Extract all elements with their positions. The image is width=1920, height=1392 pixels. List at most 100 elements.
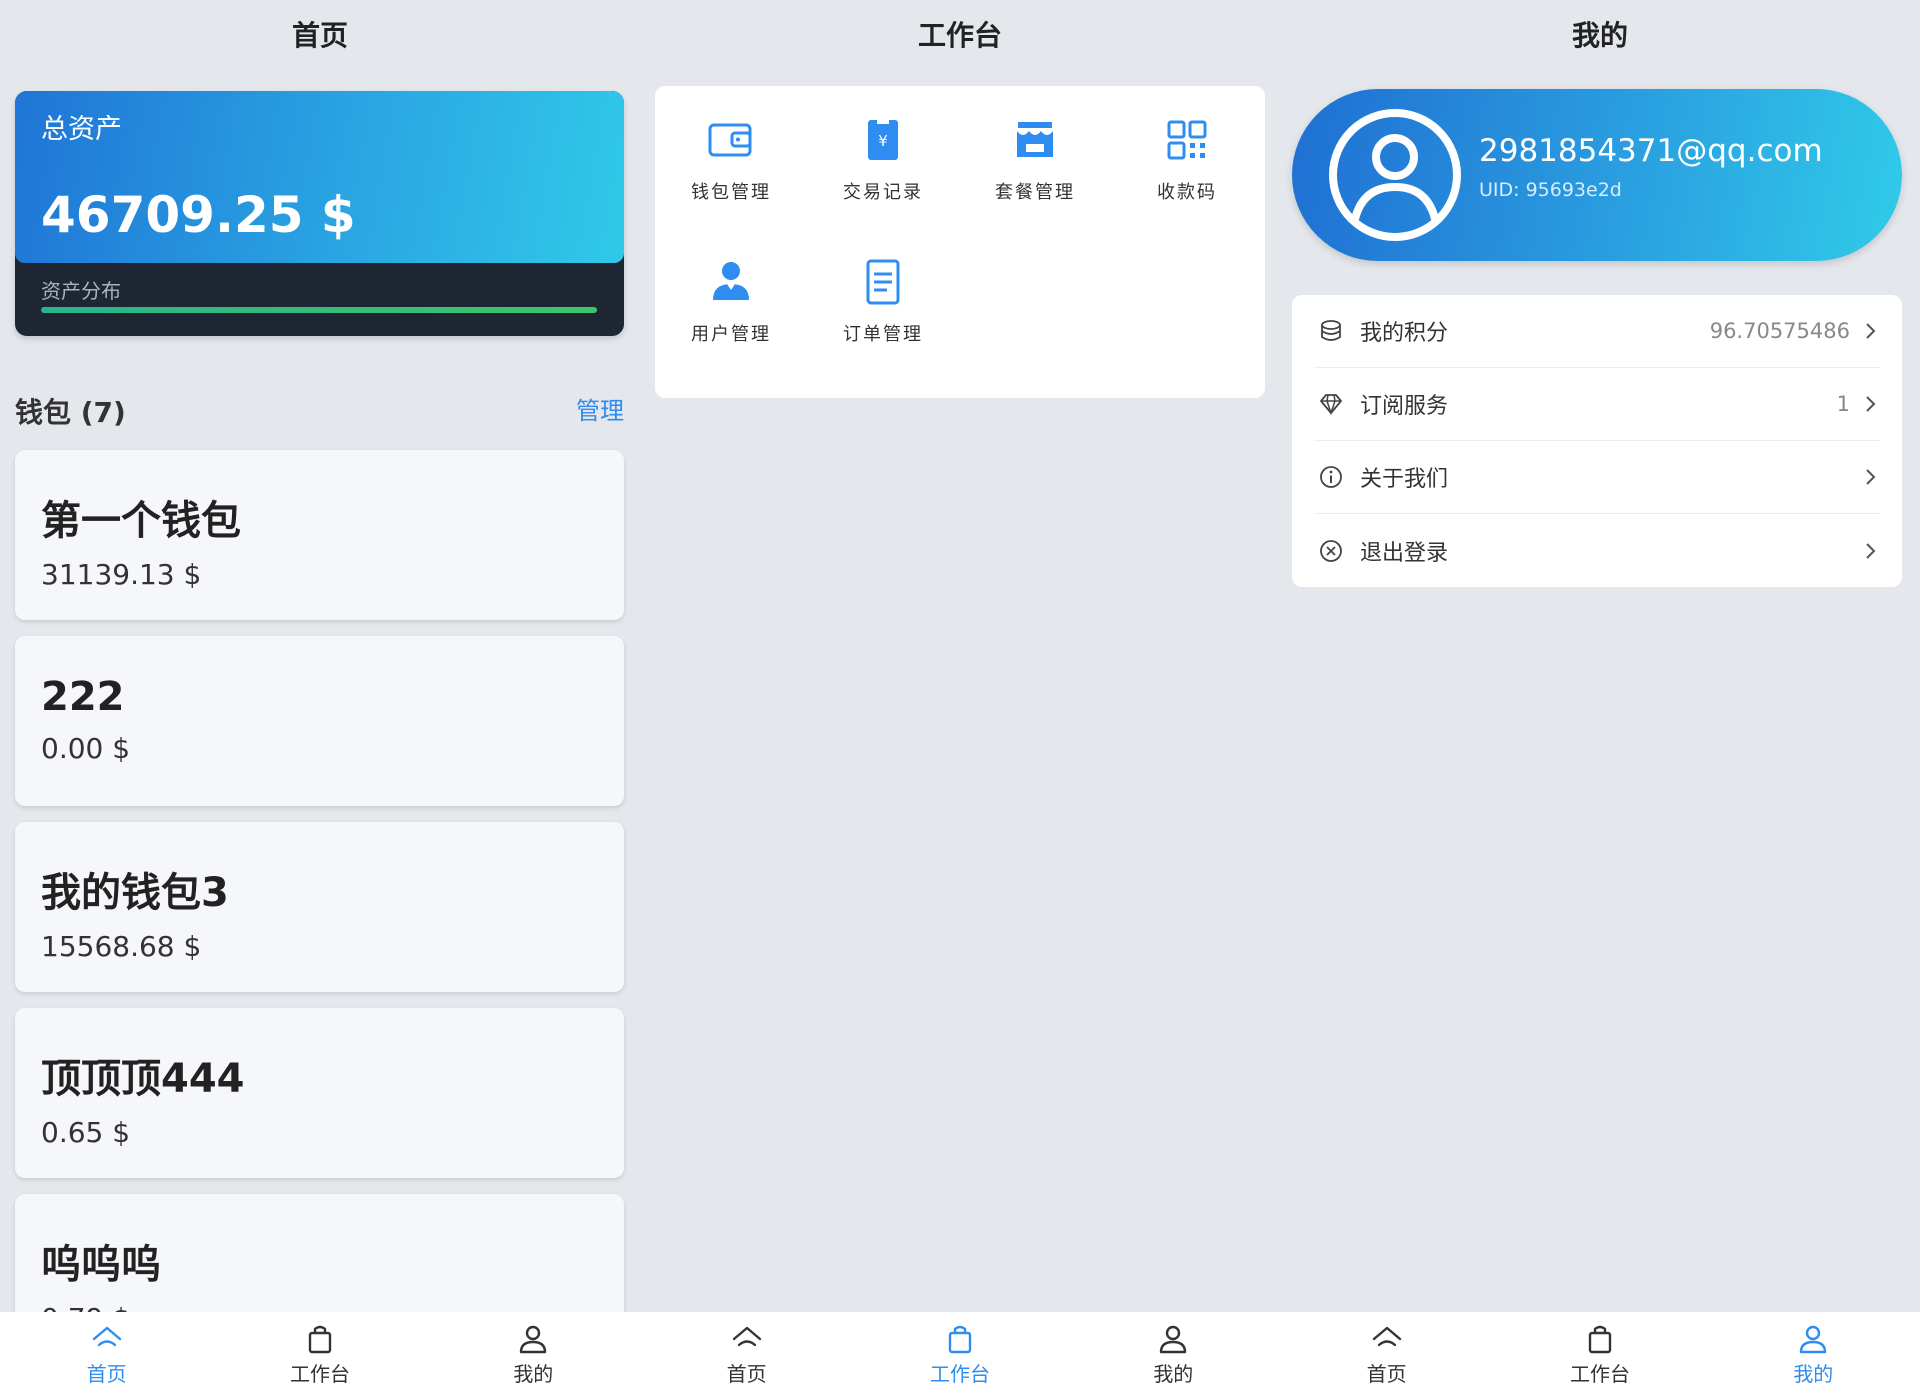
- tab-label: 我的: [1153, 1362, 1194, 1386]
- diamond-icon: [1320, 394, 1342, 416]
- tab-label: 首页: [726, 1362, 767, 1386]
- person-icon: [520, 1325, 547, 1354]
- tab-label: 工作台: [1569, 1362, 1630, 1386]
- tab-home[interactable]: 首页: [1280, 1312, 1493, 1392]
- page-title: 工作台: [917, 19, 1002, 52]
- profile-uid: UID: 95693e2d: [1479, 179, 1622, 201]
- tab-label: 首页: [86, 1362, 127, 1386]
- tab-bar: 首页 工作台 我的: [1280, 1312, 1920, 1392]
- screens: 首页 总资产 46709.25 $ 资产分布 钱包 (7) 管理 第一个钱包 3…: [0, 0, 1920, 1392]
- wallet-list: 第一个钱包 31139.13 $ 222 0.00 $ 我的钱包3 15568.…: [15, 450, 624, 1380]
- work-label: 用户管理: [691, 324, 771, 345]
- settings-menu: 我的积分 96.70575486 订阅服务 1 关于我们 退出登录: [1292, 295, 1902, 587]
- work-item-wallet-management[interactable]: 钱包管理: [655, 86, 807, 206]
- coins-icon: [1321, 320, 1341, 341]
- work-item-user-management[interactable]: 用户管理: [655, 228, 807, 348]
- store-icon: [1017, 122, 1053, 157]
- wallet-balance: 0.00 $: [41, 732, 131, 765]
- asset-distribution-fill: [41, 307, 597, 313]
- tab-home[interactable]: 首页: [640, 1312, 853, 1392]
- home-screen: 首页 总资产 46709.25 $ 资产分布 钱包 (7) 管理 第一个钱包 3…: [0, 0, 640, 1392]
- asset-amount: 46709.25 $: [41, 186, 356, 244]
- tab-home[interactable]: 首页: [0, 1312, 213, 1392]
- wallet-card[interactable]: 第一个钱包 31139.13 $: [15, 450, 624, 620]
- wallet-section-title: 钱包 (7): [15, 396, 126, 429]
- home-icon: [1372, 1326, 1401, 1347]
- tab-workbench[interactable]: 工作台: [213, 1312, 426, 1392]
- profile-email: 2981854371@qq.com: [1479, 133, 1823, 169]
- menu-item-about[interactable]: 关于我们: [1314, 441, 1880, 514]
- tab-me[interactable]: 我的: [1067, 1312, 1280, 1392]
- wallet-name: 222: [41, 674, 125, 720]
- info-icon: [1320, 466, 1342, 488]
- tab-bar: 首页 工作台 我的: [0, 1312, 640, 1392]
- asset-distribution-label: 资产分布: [41, 279, 121, 303]
- total-asset-card[interactable]: 总资产 46709.25 $ 资产分布: [15, 91, 624, 336]
- workbench-grid: 钱包管理 ¥ 交易记录 套餐管理 收款码 用户管理 订单管理: [655, 86, 1265, 398]
- wallet-name: 顶顶顶444: [41, 1056, 245, 1102]
- menu-item-points[interactable]: 我的积分 96.70575486: [1314, 295, 1880, 368]
- chevron-right-icon: [1866, 542, 1876, 559]
- person-icon: [1800, 1325, 1827, 1354]
- wallet-card[interactable]: 我的钱包3 15568.68 $: [15, 822, 624, 992]
- wallet-card[interactable]: 顶顶顶444 0.65 $: [15, 1008, 624, 1178]
- wallet-balance: 15568.68 $: [41, 930, 202, 963]
- page-title: 首页: [291, 19, 348, 52]
- work-item-payment-code[interactable]: 收款码: [1111, 86, 1263, 206]
- avatar-icon: [1329, 109, 1461, 241]
- profile-card[interactable]: 2981854371@qq.com UID: 95693e2d: [1292, 89, 1902, 261]
- work-label: 钱包管理: [691, 182, 771, 203]
- work-label: 收款码: [1157, 182, 1217, 203]
- qrcode-icon: [1167, 120, 1207, 160]
- tab-label: 工作台: [289, 1362, 350, 1386]
- tab-workbench[interactable]: 工作台: [1493, 1312, 1706, 1392]
- wallet-icon: [708, 123, 752, 157]
- menu-value: 1: [1836, 392, 1850, 416]
- tab-bar: 首页 工作台 我的: [640, 1312, 1280, 1392]
- work-item-order-management[interactable]: 订单管理: [807, 228, 959, 348]
- menu-label: 订阅服务: [1360, 394, 1449, 419]
- asset-summary: 总资产 46709.25 $: [15, 91, 624, 263]
- work-label: 交易记录: [843, 182, 923, 203]
- bag-icon: [1588, 1325, 1612, 1354]
- asset-label: 总资产: [41, 114, 122, 145]
- tab-me[interactable]: 我的: [427, 1312, 640, 1392]
- tab-workbench[interactable]: 工作台: [853, 1312, 1066, 1392]
- menu-label: 我的积分: [1360, 321, 1449, 346]
- work-item-transaction-records[interactable]: ¥ 交易记录: [807, 86, 959, 206]
- work-item-package-management[interactable]: 套餐管理: [959, 86, 1111, 206]
- tab-label: 首页: [1366, 1362, 1407, 1386]
- menu-label: 退出登录: [1360, 540, 1449, 566]
- tab-label: 我的: [513, 1362, 554, 1386]
- person-icon: [1160, 1325, 1187, 1354]
- chevron-right-icon: [1866, 469, 1876, 485]
- menu-item-logout[interactable]: 退出登录: [1314, 514, 1880, 587]
- me-screen: 我的 2981854371@qq.com UID: 95693e2d 我的积分 …: [1280, 0, 1920, 1392]
- page-title: 我的: [1571, 19, 1628, 52]
- menu-item-subscription[interactable]: 订阅服务 1: [1314, 368, 1880, 441]
- wallet-header: 钱包 (7) 管理: [15, 389, 624, 429]
- chevron-right-icon: [1866, 396, 1876, 412]
- wallet-name: 呜呜呜: [41, 1242, 161, 1288]
- wallet-name: 第一个钱包: [41, 498, 241, 544]
- work-label: 订单管理: [843, 324, 923, 345]
- bag-icon: [308, 1325, 332, 1354]
- menu-value: 96.70575486: [1709, 319, 1850, 343]
- user-icon: [713, 262, 749, 300]
- wallet-balance: 0.65 $: [41, 1116, 131, 1149]
- chevron-right-icon: [1866, 323, 1876, 339]
- svg-text:¥: ¥: [878, 132, 888, 150]
- tab-me[interactable]: 我的: [1707, 1312, 1920, 1392]
- menu-label: 关于我们: [1360, 467, 1449, 492]
- home-icon: [92, 1326, 121, 1347]
- wallet-manage-link[interactable]: 管理: [576, 391, 624, 426]
- wallet-card[interactable]: 222 0.00 $: [15, 636, 624, 806]
- transaction-record-icon: ¥: [868, 120, 898, 160]
- logout-icon: [1320, 539, 1342, 562]
- tab-label: 工作台: [929, 1362, 990, 1386]
- workbench-screen: 工作台 钱包管理 ¥ 交易记录 套餐管理 收款码 用户管理 订单管理 首页 工作…: [640, 0, 1280, 1392]
- bag-icon: [948, 1325, 972, 1354]
- tab-label: 我的: [1793, 1362, 1834, 1386]
- work-label: 套餐管理: [995, 182, 1075, 203]
- asset-distribution-bar: [41, 307, 597, 313]
